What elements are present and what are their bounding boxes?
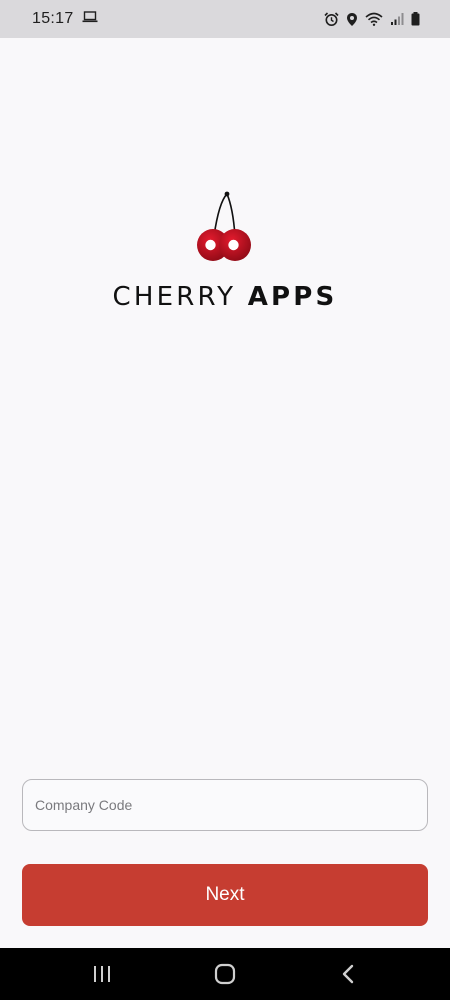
battery-icon: [411, 12, 420, 26]
status-left: 15:17: [32, 10, 98, 28]
signal-icon: [390, 12, 404, 26]
wifi-icon: [365, 12, 383, 26]
status-time: 15:17: [32, 10, 74, 27]
back-icon[interactable]: [318, 948, 378, 1000]
alarm-icon: [324, 11, 339, 27]
cherry-icon: [197, 191, 251, 261]
company-code-input[interactable]: [22, 779, 428, 831]
brand-name: CHERRY APPS: [113, 282, 338, 312]
navigation-bar: [0, 948, 450, 1000]
brand-logo: CHERRY APPS: [0, 188, 450, 312]
home-icon[interactable]: [195, 948, 255, 1000]
recent-apps-icon[interactable]: [72, 948, 132, 1000]
brand-name-bold: APPS: [247, 282, 338, 312]
brand-name-light: CHERRY: [112, 282, 237, 312]
status-right: [324, 11, 420, 27]
laptop-icon: [82, 10, 98, 28]
status-bar: 15:17: [0, 0, 450, 38]
location-icon: [346, 12, 358, 27]
next-button[interactable]: Next: [22, 864, 428, 926]
